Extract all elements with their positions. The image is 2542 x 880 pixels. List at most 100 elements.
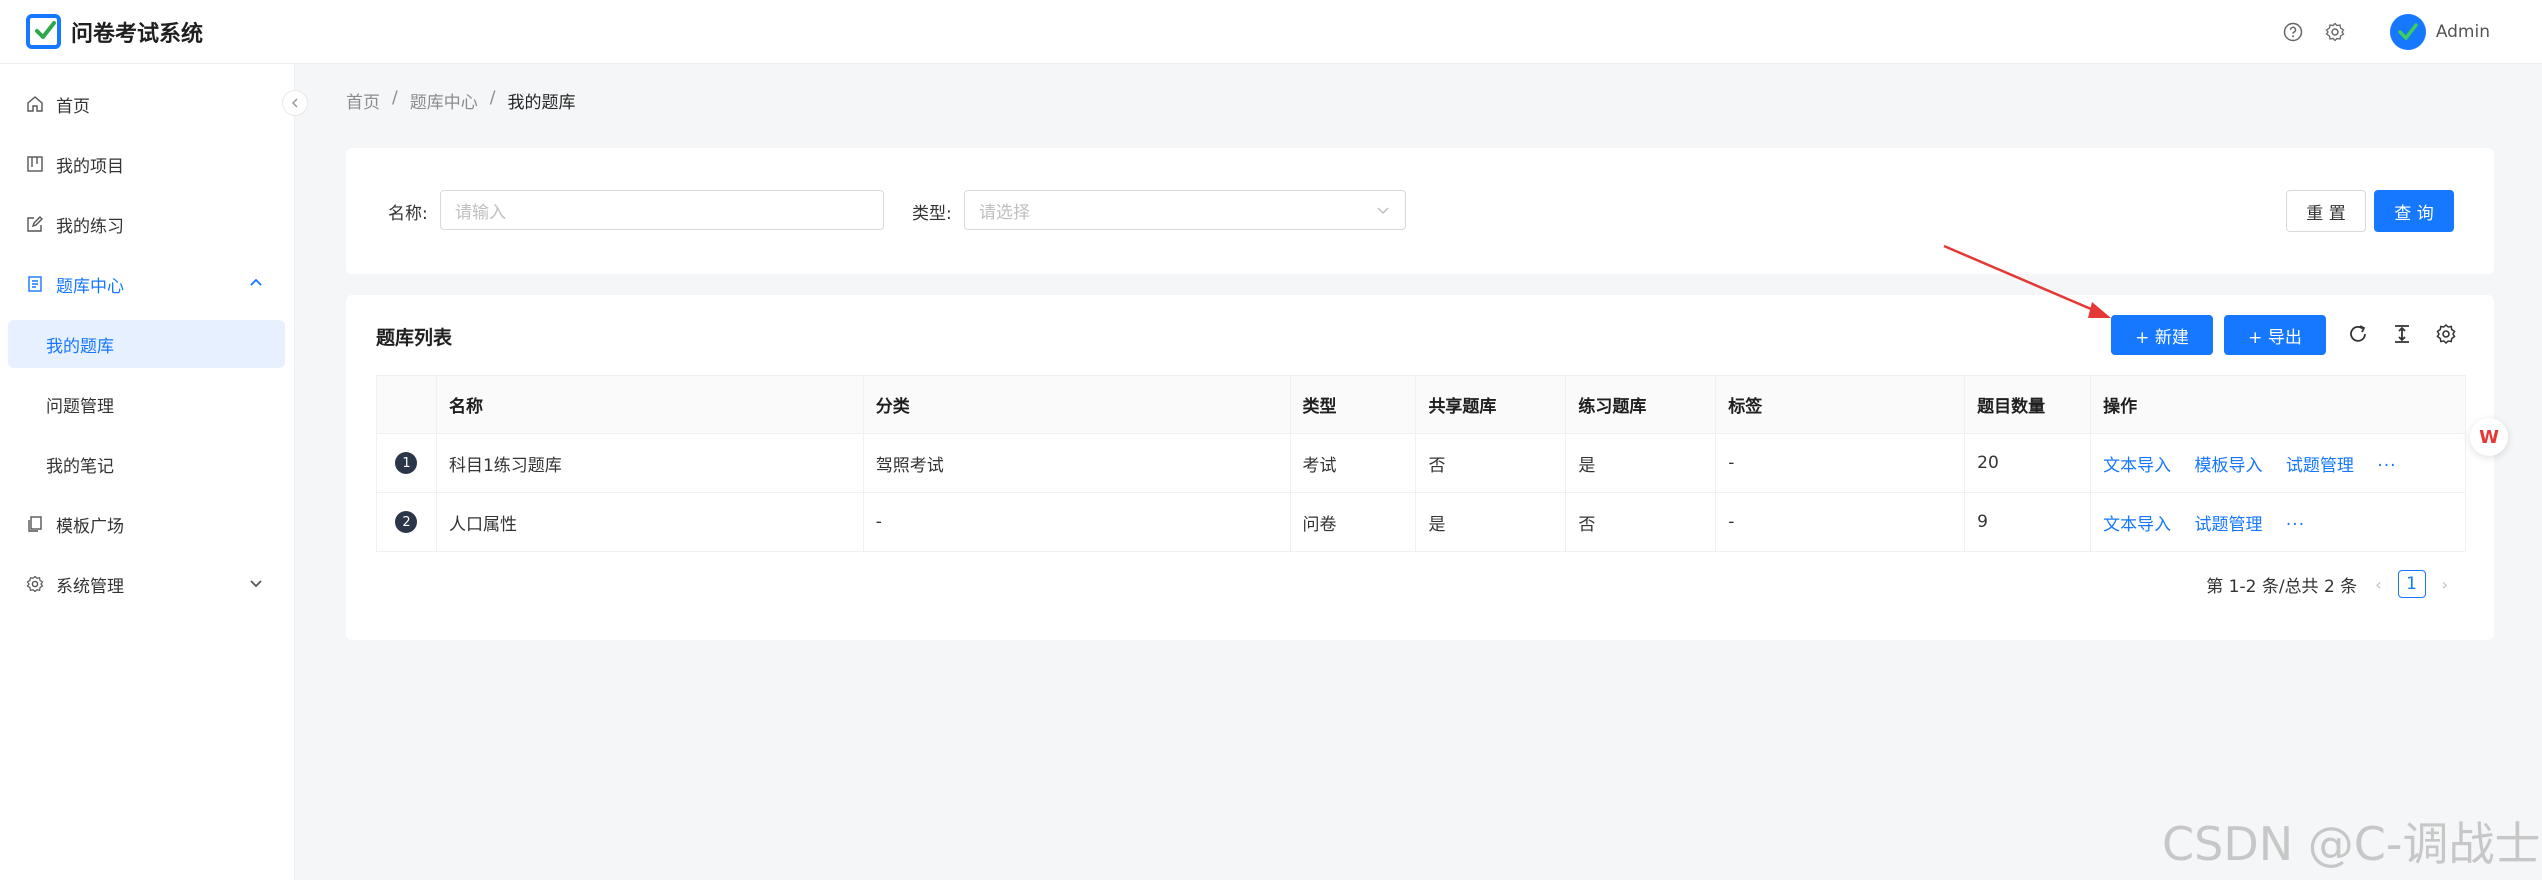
sidebar-item-practice[interactable]: 我的练习 [0,200,295,248]
shared-cell: 是 [1415,492,1567,552]
sidebar-item-projects[interactable]: 我的项目 [0,140,295,188]
copy-icon [24,513,46,535]
operations-cell: 文本导入 模板导入 试题管理 ··· [2090,433,2466,493]
text-import-link[interactable]: 文本导入 [2103,515,2171,535]
more-actions-icon[interactable]: ··· [2286,515,2305,535]
watermark-text: CSDN @C-调战士 [2162,817,2541,871]
more-actions-icon[interactable]: ··· [2377,456,2396,476]
user-menu[interactable]: Admin [2389,14,2490,50]
type-select[interactable]: 请选择 [964,190,1406,230]
name-label: 名称: [388,204,428,224]
column-header: 类型 [1290,375,1417,434]
row-index-cell: 1 [376,433,437,493]
column-header: 名称 [436,375,864,434]
type-cell: 考试 [1290,433,1417,493]
category-cell: - [863,492,1291,552]
column-header: 共享题库 [1415,375,1567,434]
sidebar-item-label: 我的题库 [46,336,114,357]
pagination-summary: 第 1-2 条/总共 2 条 [2206,576,2358,597]
category-cell: 驾照考试 [863,433,1291,493]
logo-check-icon [26,14,61,49]
template-import-link[interactable]: 模板导入 [2195,456,2263,476]
column-header: 题目数量 [1964,375,2092,434]
sidebar-item-label: 我的笔记 [46,456,114,477]
settings-icon[interactable] [2324,21,2346,43]
type-label: 类型: [912,204,952,224]
question-management-link[interactable]: 试题管理 [2286,456,2354,476]
name-cell: 人口属性 [436,492,864,552]
column-header: 分类 [863,375,1291,434]
tag-cell: - [1715,433,1966,493]
user-name: Admin [2435,22,2490,42]
page-number-current[interactable]: 1 [2397,570,2426,598]
row-index-badge: 1 [395,452,418,475]
sidebar-item-label: 首页 [56,96,90,117]
search-button[interactable]: 查 询 [2374,190,2454,232]
sidebar-item-question-bank-center[interactable]: 题库中心 [0,260,295,308]
reset-button[interactable]: 重 置 [2286,190,2366,232]
refresh-icon[interactable] [2345,321,2371,347]
row-index-cell: 2 [376,492,437,552]
sidebar-item-label: 我的项目 [56,156,124,177]
text-import-link[interactable]: 文本导入 [2103,456,2171,476]
name-input-placeholder: 请输入 [455,202,506,223]
sidebar-item-my-question-bank[interactable]: 我的题库 [8,320,285,368]
sidebar-item-question-management[interactable]: 问题管理 [0,380,295,428]
table-settings-icon[interactable] [2433,321,2459,347]
sidebar-item-label: 我的练习 [56,216,124,237]
project-icon [24,153,46,175]
sidebar-item-system-management[interactable]: 系统管理 [0,560,295,608]
new-button[interactable]: + 新建 [2111,315,2213,355]
sidebar-item-template-plaza[interactable]: 模板广场 [0,500,295,548]
question-management-link[interactable]: 试题管理 [2195,515,2263,535]
sidebar-item-home[interactable]: 首页 [0,80,295,128]
type-cell: 问卷 [1290,492,1417,552]
practice-cell: 是 [1565,433,1717,493]
pagination: 第 1-2 条/总共 2 条 ‹ 1 › [2206,570,2454,598]
name-search-input[interactable]: 请输入 [440,190,884,230]
column-header: 标签 [1715,375,1966,434]
help-icon[interactable] [2282,21,2304,43]
chevron-down-icon [1377,207,1389,215]
breadcrumb-separator: / [489,88,496,108]
chevron-down-icon [250,580,262,588]
wps-floating-badge[interactable]: W [2470,418,2508,456]
type-select-placeholder: 请选择 [979,202,1030,223]
chevron-up-icon [250,278,262,286]
breadcrumb: 首页 / 题库中心 / 我的题库 [346,88,587,113]
book-icon [24,273,46,295]
name-cell: 科目1练习题库 [436,433,864,493]
home-icon [24,93,46,115]
next-page-icon[interactable]: › [2442,575,2448,594]
count-cell: 20 [1964,433,2092,493]
table-row: 1 科目1练习题库 驾照考试 考试 否 是 - 20 文本导入 模板导入 试题管… [376,433,2466,493]
breadcrumb-current: 我的题库 [507,93,576,113]
shared-cell: 否 [1415,433,1567,493]
row-index-badge: 2 [395,511,418,534]
app-title: 问卷考试系统 [71,21,204,47]
column-height-icon[interactable] [2389,321,2415,347]
avatar [2389,14,2426,50]
sidebar-item-my-notes[interactable]: 我的笔记 [0,440,295,488]
operations-cell: 文本导入 试题管理 ··· [2090,492,2466,552]
sidebar: 首页 我的项目 我的练习 题库中心 我的题库 问题管理 我的笔记 模板广场 系统… [0,64,295,880]
count-cell: 9 [1964,492,2092,552]
chevron-left-icon [291,98,298,108]
sidebar-item-label: 题库中心 [56,276,124,297]
practice-cell: 否 [1565,492,1717,552]
app-logo[interactable]: 问卷考试系统 [26,14,203,49]
breadcrumb-home[interactable]: 首页 [346,88,380,113]
prev-page-icon[interactable]: ‹ [2375,575,2381,594]
question-bank-table: 名称 分类 类型 共享题库 练习题库 标签 题目数量 操作 1 科目1练习题库 … [376,375,2466,552]
sidebar-collapse-button[interactable] [282,90,308,116]
table-row: 2 人口属性 - 问卷 是 否 - 9 文本导入 试题管理 ··· [376,492,2466,552]
breadcrumb-question-center[interactable]: 题库中心 [410,88,478,113]
tag-cell: - [1715,492,1966,552]
breadcrumb-separator: / [392,88,398,108]
sidebar-item-label: 模板广场 [56,516,124,537]
column-header: 练习题库 [1565,375,1717,434]
gear-icon [24,573,46,595]
column-header: 操作 [2090,375,2466,434]
export-button[interactable]: + 导出 [2224,315,2326,355]
top-header: 问卷考试系统 Admin [0,0,2542,64]
